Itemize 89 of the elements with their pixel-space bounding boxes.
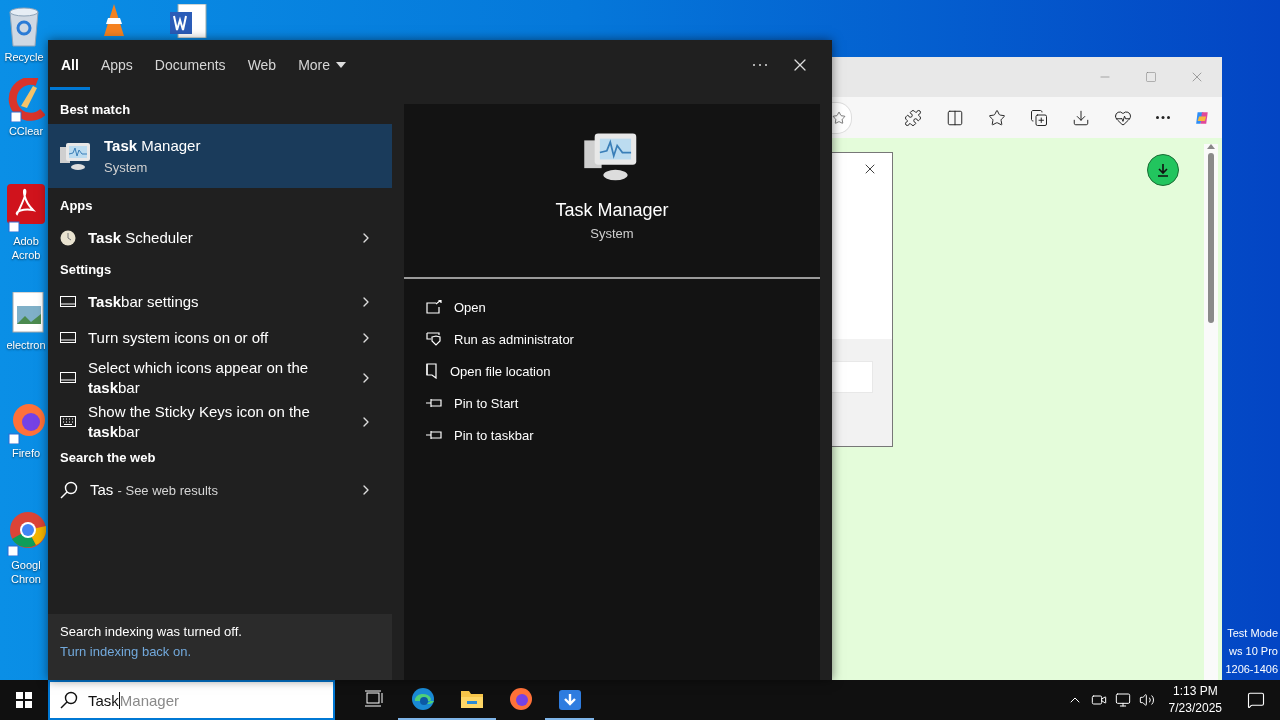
- filter-tab[interactable]: More: [287, 40, 358, 90]
- favorites-button[interactable]: [987, 107, 1006, 128]
- result-title: Task Manager: [104, 135, 202, 156]
- search-result[interactable]: Turn system icons on or off: [48, 320, 392, 356]
- result-subtitle: System: [104, 158, 149, 177]
- search-field[interactable]: TaskManager: [48, 680, 335, 720]
- desktop-notice-text: 1206-1406: [1225, 662, 1278, 677]
- shield-window-icon: [426, 332, 442, 346]
- search-result[interactable]: Task Scheduler: [48, 220, 392, 256]
- pin-icon: [426, 398, 442, 408]
- extensions-button[interactable]: [903, 107, 922, 128]
- search-result[interactable]: Select which icons appear on the taskbar: [48, 356, 392, 400]
- display-icon: [60, 372, 76, 384]
- action-item[interactable]: Open file location: [426, 355, 557, 387]
- keyboard-icon: [60, 416, 76, 428]
- more-icon: [1155, 116, 1170, 119]
- star-icon: [987, 108, 1006, 127]
- windows-logo-icon: [16, 692, 32, 708]
- result-title: Turn system icons on or off: [88, 328, 270, 348]
- download-arrow-icon: [1156, 163, 1170, 177]
- task-view-icon: [363, 690, 384, 708]
- action-item[interactable]: Pin to Start: [426, 387, 525, 419]
- result-title: Show the Sticky Keys icon on the taskbar: [88, 402, 311, 442]
- filter-tab[interactable]: Documents: [143, 40, 237, 90]
- desktop-icon-label: CClear: [7, 124, 45, 138]
- pin-icon: [426, 430, 442, 440]
- pdf-app-icon: [7, 184, 45, 232]
- display-icon: [60, 332, 76, 344]
- search-result[interactable]: Show the Sticky Keys icon on the taskbar: [48, 400, 392, 444]
- filter-tab[interactable]: All: [50, 40, 90, 90]
- address-bar[interactable]: [832, 101, 852, 134]
- filter-tab[interactable]: Apps: [89, 40, 144, 90]
- desktop-notice-text: ws 10 Pro: [1229, 644, 1278, 659]
- scrollbar[interactable]: [1204, 144, 1218, 680]
- document-icon: [426, 363, 438, 379]
- puzzle-icon: [903, 108, 922, 127]
- maximize-icon: [1145, 71, 1157, 83]
- document-icon: [168, 4, 208, 38]
- section-heading: Settings: [59, 261, 113, 279]
- search-icon: [60, 691, 78, 709]
- clock-icon: [60, 230, 76, 246]
- clock-button[interactable]: 1:13 PM 7/23/2025: [1158, 680, 1232, 720]
- collections-button[interactable]: [1029, 107, 1048, 128]
- desktop-icon-label: Googl Chron: [10, 558, 42, 586]
- star-icon[interactable]: [832, 110, 846, 125]
- camera-icon: [1090, 692, 1107, 708]
- scroll-up-arrow-icon[interactable]: [1207, 144, 1215, 149]
- caret-icon: [336, 62, 347, 68]
- action-item[interactable]: Pin to taskbar: [426, 419, 540, 451]
- result-title: Taskbar settings: [88, 292, 200, 312]
- filter-tab[interactable]: Web: [236, 40, 288, 90]
- heart-pulse-icon: [1113, 108, 1132, 127]
- broom-icon: [7, 78, 45, 122]
- collections-icon: [1029, 108, 1048, 127]
- action-item[interactable]: Open: [426, 291, 492, 323]
- section-heading: Apps: [59, 197, 94, 215]
- preview-subtitle: System: [590, 226, 634, 241]
- desktop-icon-label: Firefo: [10, 446, 42, 460]
- notice-text: Search indexing was turned off.: [60, 623, 243, 640]
- fox-globe-icon: [508, 687, 533, 711]
- desktop-icon-label: electron: [5, 338, 47, 352]
- volume-icon: [1138, 692, 1155, 708]
- download-app-icon: [557, 687, 582, 711]
- folder-icon: [459, 689, 484, 709]
- network-icon: [1114, 692, 1131, 708]
- search-result[interactable]: Taskbar settings: [48, 284, 392, 320]
- wave-logo-icon: [410, 687, 435, 711]
- section-heading: Best match: [59, 101, 132, 119]
- split-screen-icon: [945, 108, 964, 127]
- search-icon: [60, 481, 78, 499]
- web-search-text: Tas - See web results: [90, 479, 219, 500]
- open-window-icon: [426, 300, 442, 314]
- indexing-link[interactable]: Turn indexing back on.: [60, 643, 192, 660]
- action-item[interactable]: Run as administrator: [426, 323, 580, 355]
- desktop-icon-label: Recycle: [3, 50, 45, 64]
- desktop-notice-text: Test Mode: [1227, 626, 1278, 641]
- desktop-icon-label: Adob Acrob: [10, 234, 42, 262]
- section-heading: Search the web: [59, 449, 157, 467]
- monitor-graph-icon: [60, 141, 92, 171]
- download-button[interactable]: [1147, 154, 1179, 186]
- display-icon: [60, 296, 76, 308]
- preview-title: Task Manager: [555, 199, 669, 222]
- search-result[interactable]: Tas - See web results: [48, 472, 392, 508]
- input-field[interactable]: [832, 361, 873, 393]
- notification-icon: [1247, 691, 1265, 709]
- result-title: Task Scheduler: [88, 228, 194, 248]
- download-icon: [1071, 108, 1090, 127]
- result-title: Select which icons appear on the taskbar: [88, 358, 310, 398]
- search-result[interactable]: Task Manager System: [48, 124, 392, 188]
